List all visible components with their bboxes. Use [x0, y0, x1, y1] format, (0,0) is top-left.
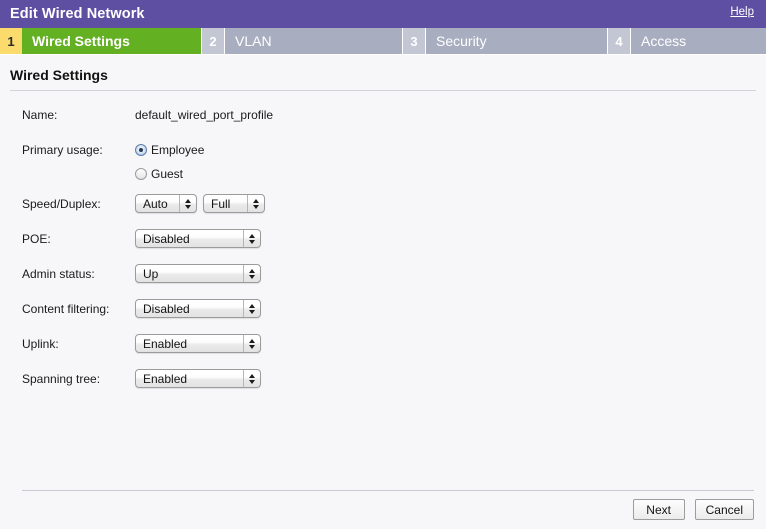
speed-duplex-label: Speed/Duplex: [22, 197, 101, 211]
uplink-select-stepper-icon [243, 335, 260, 352]
row-content-filtering: Content filtering: Disabled [0, 299, 766, 326]
content-area: Wired Settings Name: default_wired_port_… [0, 67, 766, 396]
uplink-select-value: Enabled [143, 336, 188, 351]
tab-vlan-number: 2 [202, 28, 225, 54]
tab-access[interactable]: 4 Access [608, 28, 766, 54]
content-filtering-select[interactable]: Disabled [135, 299, 261, 318]
name-label: Name: [22, 108, 58, 122]
row-primary-usage: Primary usage: Employee Guest [0, 140, 766, 188]
duplex-select[interactable]: Full [203, 194, 265, 213]
radio-guest-icon[interactable] [135, 168, 147, 180]
tab-security-label: Security [426, 28, 608, 54]
radio-option-guest[interactable]: Guest [135, 164, 204, 184]
spanning-tree-label: Spanning tree: [22, 372, 101, 386]
radio-employee-label: Employee [151, 143, 205, 157]
speed-select-stepper-icon [179, 195, 196, 212]
content-filtering-select-value: Disabled [143, 301, 190, 316]
row-speed-duplex: Speed/Duplex: Auto Full [0, 194, 766, 221]
tab-access-label: Access [631, 28, 766, 54]
row-name: Name: default_wired_port_profile [0, 105, 766, 132]
row-admin-status: Admin status: Up [0, 264, 766, 291]
uplink-label: Uplink: [22, 337, 59, 351]
content-filtering-select-stepper-icon [243, 300, 260, 317]
duplex-select-value: Full [211, 196, 231, 211]
tab-wired-settings[interactable]: 1 Wired Settings [0, 28, 202, 54]
section-heading: Wired Settings [10, 67, 756, 91]
poe-select[interactable]: Disabled [135, 229, 261, 248]
admin-status-label: Admin status: [22, 267, 95, 281]
help-link[interactable]: Help [730, 6, 754, 18]
poe-select-value: Disabled [143, 231, 190, 246]
content-filtering-field: Disabled [135, 299, 261, 318]
spanning-tree-select[interactable]: Enabled [135, 369, 261, 388]
row-poe: POE: Disabled [0, 229, 766, 256]
spanning-tree-select-value: Enabled [143, 371, 188, 386]
content-filtering-label: Content filtering: [22, 302, 110, 316]
uplink-field: Enabled [135, 334, 261, 353]
spanning-tree-field: Enabled [135, 369, 261, 388]
tab-vlan[interactable]: 2 VLAN [202, 28, 403, 54]
speed-select-value: Auto [143, 196, 168, 211]
row-spanning-tree: Spanning tree: Enabled [0, 369, 766, 396]
tab-vlan-label: VLAN [225, 28, 403, 54]
radio-guest-label: Guest [151, 167, 184, 181]
tab-security[interactable]: 3 Security [403, 28, 608, 54]
dialog-footer: Next Cancel [0, 490, 766, 529]
next-button[interactable]: Next [632, 499, 685, 520]
window-title-bar: Edit Wired Network Help [0, 0, 766, 28]
speed-select[interactable]: Auto [135, 194, 197, 213]
poe-field: Disabled [135, 229, 261, 248]
cancel-button[interactable]: Cancel [694, 499, 754, 520]
footer-button-group: Next Cancel [632, 499, 754, 520]
admin-status-select[interactable]: Up [135, 264, 261, 283]
radio-option-employee[interactable]: Employee [135, 140, 204, 160]
admin-status-select-stepper-icon [243, 265, 260, 282]
speed-duplex-field: Auto Full [135, 194, 265, 213]
wizard-tab-strip: 1 Wired Settings 2 VLAN 3 Security 4 Acc… [0, 28, 766, 55]
poe-select-stepper-icon [243, 230, 260, 247]
tab-wired-settings-number: 1 [0, 28, 22, 54]
name-field: default_wired_port_profile [135, 105, 273, 125]
uplink-select[interactable]: Enabled [135, 334, 261, 353]
primary-usage-radio-group: Employee Guest [135, 140, 204, 188]
admin-status-select-value: Up [143, 266, 159, 281]
row-uplink: Uplink: Enabled [0, 334, 766, 361]
name-value: default_wired_port_profile [135, 108, 274, 122]
footer-divider [22, 490, 754, 491]
tab-security-number: 3 [403, 28, 426, 54]
duplex-select-stepper-icon [247, 195, 264, 212]
poe-label: POE: [22, 232, 51, 246]
window-title: Edit Wired Network [10, 6, 145, 22]
primary-usage-label: Primary usage: [22, 143, 103, 157]
admin-status-field: Up [135, 264, 261, 283]
spanning-tree-select-stepper-icon [243, 370, 260, 387]
wired-settings-form: Name: default_wired_port_profile Primary… [0, 105, 766, 396]
radio-employee-icon[interactable] [135, 144, 147, 156]
tab-wired-settings-label: Wired Settings [22, 28, 202, 54]
tab-access-number: 4 [608, 28, 631, 54]
